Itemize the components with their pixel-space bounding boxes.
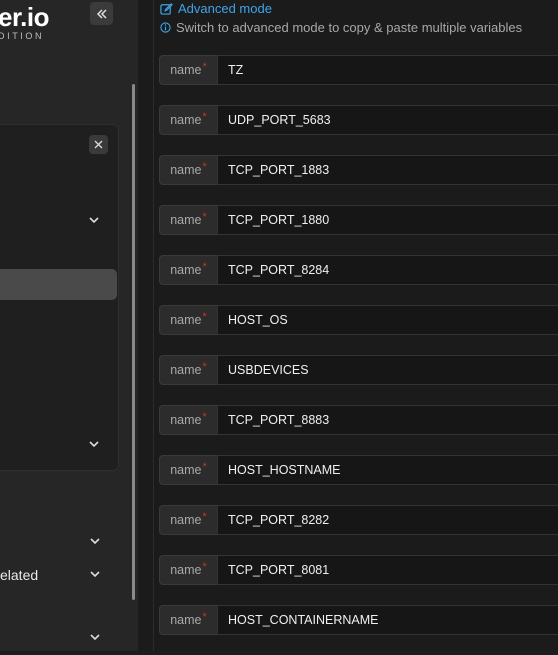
panel-close-button[interactable] [89, 135, 108, 154]
env-var-name-label: name * [159, 355, 217, 385]
label-text: name [170, 513, 202, 527]
label-text: name [170, 63, 202, 77]
sidebar: er.io DITION elated [0, 0, 138, 651]
double-chevron-left-icon [96, 8, 107, 19]
env-var-row: name * TZ [159, 55, 558, 85]
env-var-row: name * TCP_PORT_1883 [159, 155, 558, 185]
env-var-name-label: name * [159, 105, 217, 135]
env-var-name-label: name * [159, 255, 217, 285]
env-var-name-input[interactable]: HOST_CONTAINERNAME [217, 605, 558, 635]
required-mark: * [202, 561, 207, 573]
label-text: name [170, 363, 202, 377]
env-var-row: name * TCP_PORT_8081 [159, 555, 558, 585]
env-var-name-label: name * [159, 305, 217, 335]
env-var-row: name * USBDEVICES [159, 355, 558, 385]
sidebar-item-active[interactable] [0, 269, 117, 300]
chevron-down-icon[interactable] [88, 438, 100, 450]
env-var-name-input[interactable]: TCP_PORT_8282 [217, 505, 558, 535]
label-text: name [170, 213, 202, 227]
env-var-row: name * HOST_CONTAINERNAME [159, 605, 558, 635]
env-var-name-label: name * [159, 605, 217, 635]
edit-icon [160, 3, 173, 15]
required-mark: * [202, 611, 207, 623]
label-text: name [170, 163, 202, 177]
label-text: name [170, 563, 202, 577]
chevron-down-icon[interactable] [88, 214, 100, 226]
env-var-row: name * UDP_PORT_5683 [159, 105, 558, 135]
required-mark: * [202, 261, 207, 273]
sidebar-scrollbar[interactable] [132, 84, 135, 600]
required-mark: * [202, 361, 207, 373]
label-text: name [170, 313, 202, 327]
required-mark: * [202, 461, 207, 473]
env-var-list: name * TZ name * UDP_PORT_5683 name * TCP_P… [159, 55, 558, 655]
required-mark: * [202, 211, 207, 223]
required-mark: * [202, 511, 207, 523]
advanced-mode-link[interactable]: Advanced mode [160, 1, 272, 16]
label-text: name [170, 613, 202, 627]
env-var-name-input[interactable]: USBDEVICES [217, 355, 558, 385]
env-var-name-label: name * [159, 555, 217, 585]
required-mark: * [202, 311, 207, 323]
required-mark: * [202, 61, 207, 73]
info-icon [160, 22, 171, 33]
env-var-name-input[interactable]: HOST_OS [217, 305, 558, 335]
env-var-name-label: name * [159, 405, 217, 435]
env-var-row: name * HOST_OS [159, 305, 558, 335]
label-text: name [170, 413, 202, 427]
env-var-name-label: name * [159, 55, 217, 85]
close-icon [94, 140, 103, 149]
env-var-row: name * HOST_HOSTNAME [159, 455, 558, 485]
env-var-name-label: name * [159, 205, 217, 235]
divider [153, 0, 154, 651]
env-var-row: name * TCP_PORT_8284 [159, 255, 558, 285]
env-var-name-input[interactable]: TCP_PORT_8883 [217, 405, 558, 435]
required-mark: * [202, 111, 207, 123]
env-var-name-input[interactable]: TZ [217, 55, 558, 85]
env-var-name-label: name * [159, 155, 217, 185]
chevron-down-icon[interactable] [89, 568, 101, 580]
label-text: name [170, 463, 202, 477]
env-var-name-input[interactable]: UDP_PORT_5683 [217, 105, 558, 135]
collapse-sidebar-button[interactable] [90, 2, 113, 25]
env-var-name-input[interactable]: TCP_PORT_8284 [217, 255, 558, 285]
env-var-name-label: name * [159, 455, 217, 485]
env-var-row: name * TCP_PORT_8282 [159, 505, 558, 535]
env-var-name-input[interactable]: HOST_HOSTNAME [217, 455, 558, 485]
env-var-name-input[interactable]: TCP_PORT_1883 [217, 155, 558, 185]
required-mark: * [202, 161, 207, 173]
chevron-down-icon[interactable] [89, 535, 101, 547]
chevron-down-icon[interactable] [89, 631, 101, 643]
env-var-name-input[interactable]: TCP_PORT_1880 [217, 205, 558, 235]
sidebar-item-related[interactable]: elated [0, 567, 38, 583]
label-text: name [170, 263, 202, 277]
required-mark: * [202, 411, 207, 423]
advanced-mode-label[interactable]: Advanced mode [178, 1, 272, 16]
logo-text: er.io [0, 2, 49, 32]
env-var-row: name * TCP_PORT_8883 [159, 405, 558, 435]
advanced-mode-hint: Switch to advanced mode to copy & paste … [160, 20, 522, 35]
label-text: name [170, 113, 202, 127]
logo-subtitle: DITION [0, 31, 45, 41]
env-var-row: name * TCP_PORT_1880 [159, 205, 558, 235]
env-var-name-input[interactable]: TCP_PORT_8081 [217, 555, 558, 585]
advanced-mode-hint-text: Switch to advanced mode to copy & paste … [176, 20, 523, 35]
env-var-name-label: name * [159, 505, 217, 535]
